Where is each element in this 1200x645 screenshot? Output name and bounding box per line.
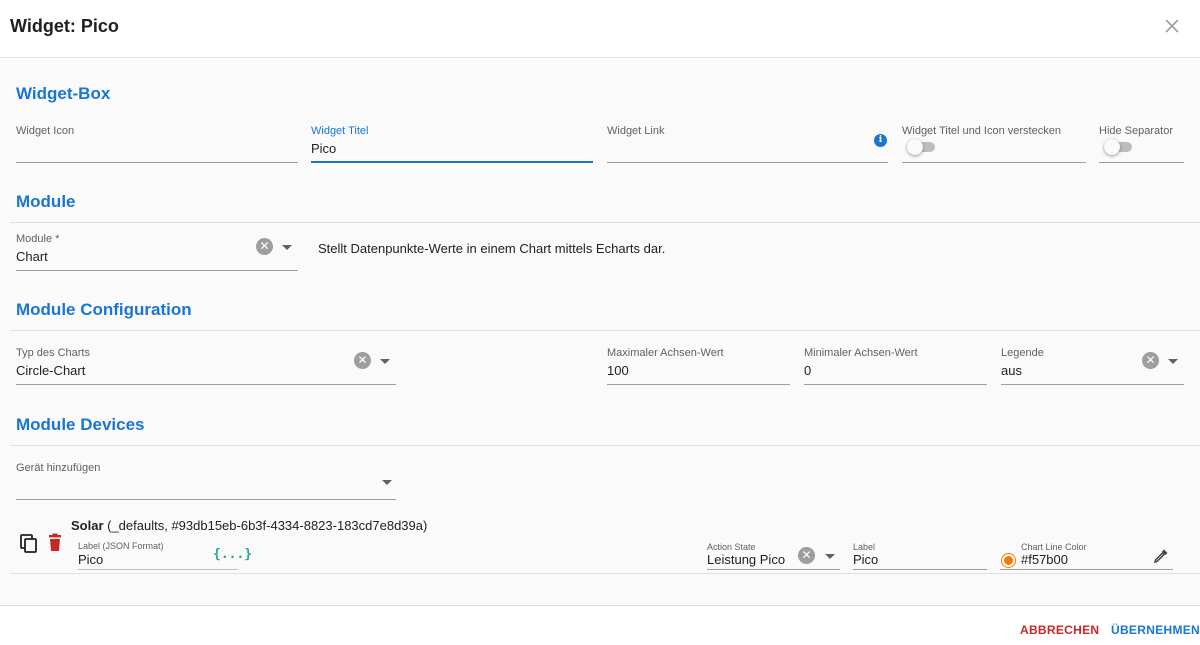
section-title-module-configuration: Module Configuration [16, 300, 192, 319]
dialog-footer: ABBRECHEN ÜBERNEHMEN [0, 605, 1200, 645]
section-title-module-devices: Module Devices [16, 415, 145, 434]
module-label: Module * [16, 233, 60, 245]
chevron-down-icon[interactable] [382, 480, 392, 485]
legend-value: aus [1001, 363, 1022, 378]
widget-link-field[interactable]: Widget Link i [607, 115, 888, 163]
action-state-label: Action State [707, 542, 756, 552]
dialog-content: Widget-Box Widget Icon Widget Titel Pico… [0, 59, 1200, 605]
min-axis-label: Minimaler Achsen-Wert [804, 347, 918, 359]
json-edit-icon[interactable]: {...} [213, 547, 252, 562]
add-device-label: Gerät hinzufügen [16, 462, 101, 474]
widget-title-value: Pico [311, 141, 337, 156]
chart-line-color-value: #f57b00 [1021, 552, 1068, 567]
chart-type-value: Circle-Chart [16, 363, 86, 378]
json-label-value: Pico [78, 552, 104, 567]
dialog-header: Widget: Pico [0, 0, 1200, 58]
chevron-down-icon[interactable] [825, 554, 835, 559]
min-axis-value: 0 [804, 363, 812, 378]
device-label-value: Pico [853, 552, 879, 567]
toggle-thumb [1104, 139, 1120, 155]
eyedropper-icon[interactable] [1153, 548, 1169, 564]
section-divider [10, 445, 1200, 446]
max-axis-input[interactable]: Maximaler Achsen-Wert 100 [607, 337, 790, 385]
chart-line-color-label: Chart Line Color [1021, 542, 1087, 552]
module-value: Chart [16, 249, 48, 264]
device-title: Solar (_defaults, #93db15eb-6b3f-4334-88… [71, 518, 427, 533]
toggle-thumb [907, 139, 923, 155]
delete-icon[interactable] [46, 533, 64, 553]
section-title-widget-box: Widget-Box [16, 84, 111, 103]
json-label-label: Label (JSON Format) [78, 541, 164, 551]
chart-type-label: Typ des Charts [16, 347, 90, 359]
section-divider [10, 330, 1200, 331]
hide-title-label: Widget Titel und Icon verstecken [902, 125, 1061, 137]
chart-type-select[interactable]: Typ des Charts Circle-Chart ✕ [16, 337, 396, 385]
min-axis-input[interactable]: Minimaler Achsen-Wert 0 [804, 337, 987, 385]
info-icon[interactable]: i [874, 134, 887, 147]
section-title-module: Module [16, 192, 76, 211]
copy-icon[interactable] [19, 533, 39, 553]
device-label-input[interactable]: Label Pico [853, 532, 987, 570]
color-swatch[interactable] [1002, 554, 1015, 567]
hide-separator-toggle[interactable] [1104, 139, 1132, 155]
module-select[interactable]: Module * Chart ✕ [16, 223, 298, 271]
hide-separator-field: Hide Separator [1099, 115, 1184, 163]
widget-icon-field[interactable]: Widget Icon [16, 115, 298, 163]
legend-select[interactable]: Legende aus ✕ [1001, 337, 1184, 385]
legend-label: Legende [1001, 347, 1044, 359]
cancel-button[interactable]: ABBRECHEN [1020, 623, 1099, 637]
chart-line-color-input[interactable]: Chart Line Color #f57b00 [1000, 532, 1173, 570]
json-label-field[interactable]: Label (JSON Format) Pico {...} [78, 532, 252, 570]
device-row: Solar (_defaults, #93db15eb-6b3f-4334-88… [10, 518, 1200, 574]
chevron-down-icon[interactable] [380, 359, 390, 364]
device-label-label: Label [853, 542, 876, 552]
max-axis-label: Maximaler Achsen-Wert [607, 347, 724, 359]
widget-link-label: Widget Link [607, 125, 665, 137]
clear-icon[interactable]: ✕ [354, 352, 371, 369]
close-icon[interactable] [1162, 16, 1182, 36]
widget-title-field[interactable]: Widget Titel Pico [311, 115, 593, 163]
module-description: Stellt Datenpunkte-Werte in einem Chart … [318, 241, 666, 256]
clear-icon[interactable]: ✕ [1142, 352, 1159, 369]
add-device-select[interactable]: Gerät hinzufügen [16, 452, 396, 500]
chevron-down-icon[interactable] [282, 245, 292, 250]
device-detail: (_defaults, #93db15eb-6b3f-4334-8823-183… [103, 518, 428, 533]
action-state-select[interactable]: Action State Leistung Pico ✕ [707, 532, 840, 570]
max-axis-value: 100 [607, 363, 629, 378]
widget-title-label: Widget Titel [311, 125, 369, 137]
chevron-down-icon[interactable] [1168, 359, 1178, 364]
dialog-title: Widget: Pico [10, 16, 119, 36]
hide-separator-label: Hide Separator [1099, 125, 1173, 137]
apply-button[interactable]: ÜBERNEHMEN [1111, 623, 1200, 637]
clear-icon[interactable]: ✕ [256, 238, 273, 255]
widget-icon-label: Widget Icon [16, 125, 75, 137]
device-name: Solar [71, 518, 104, 533]
hide-title-field: Widget Titel und Icon verstecken [902, 115, 1086, 163]
clear-icon[interactable]: ✕ [798, 547, 815, 564]
hide-title-toggle[interactable] [907, 139, 935, 155]
action-state-value: Leistung Pico [707, 552, 786, 567]
